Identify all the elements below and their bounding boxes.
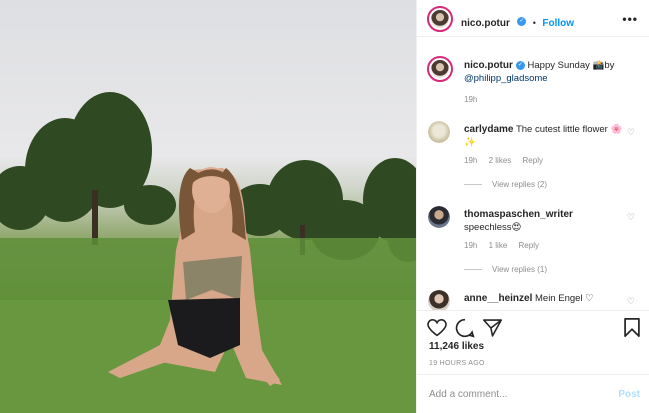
heart-icon[interactable]: ♡ xyxy=(627,296,635,307)
comment-time: 19h xyxy=(464,156,478,165)
bookmark-icon[interactable] xyxy=(624,318,640,337)
commenter-avatar[interactable] xyxy=(428,206,450,228)
caption-mention-link[interactable]: @philipp_gladsome xyxy=(464,73,548,84)
heart-icon[interactable] xyxy=(427,319,447,337)
post-comment-button[interactable]: Post xyxy=(618,389,640,400)
caption-avatar[interactable] xyxy=(427,56,453,82)
comment-username[interactable]: anne__heinzel xyxy=(464,293,532,304)
reply-button[interactable]: Reply xyxy=(519,241,539,250)
commenter-avatar[interactable] xyxy=(428,290,450,310)
comment-input[interactable]: Add a comment... xyxy=(429,389,507,400)
comment-text: speechless😍 xyxy=(464,222,522,233)
view-replies-button[interactable]: View replies (2) xyxy=(464,180,547,189)
comment-time: 19h xyxy=(464,241,478,250)
caption-username[interactable]: nico.potur xyxy=(464,60,513,71)
heart-icon[interactable]: ♡ xyxy=(627,127,635,138)
comment-icon[interactable] xyxy=(455,318,475,338)
add-comment-bar: Add a comment... Post xyxy=(417,374,649,413)
author-avatar[interactable] xyxy=(427,6,453,32)
view-replies-button[interactable]: View replies (1) xyxy=(464,265,547,274)
post-header: nico.potur ✓ • Follow ••• xyxy=(417,0,649,37)
caption-time: 19h xyxy=(464,95,478,104)
commenter-avatar[interactable] xyxy=(428,121,450,143)
comment-likes[interactable]: 1 like xyxy=(489,241,508,250)
verified-badge-icon: ✓ xyxy=(517,17,527,27)
comment-username[interactable]: thomaspaschen_writer xyxy=(464,209,573,220)
post-timestamp: 19 HOURS AGO xyxy=(429,360,485,367)
caption-text: Happy Sunday 📸by xyxy=(527,60,615,71)
comments-list[interactable]: nico.potur ✓ Happy Sunday 📸by @philipp_gl… xyxy=(417,38,649,310)
reply-button[interactable]: Reply xyxy=(523,156,543,165)
post-photo[interactable] xyxy=(0,0,416,413)
follow-button[interactable]: Follow xyxy=(542,18,574,29)
comment-username[interactable]: carlydame xyxy=(464,124,513,135)
post-actions: 11,246 likes 19 HOURS AGO xyxy=(417,310,649,373)
share-icon[interactable] xyxy=(483,319,502,337)
more-horizontal-icon[interactable]: ••• xyxy=(622,12,638,26)
heart-icon[interactable]: ♡ xyxy=(627,212,635,223)
separator-dot: • xyxy=(532,18,536,28)
comment-likes[interactable]: 2 likes xyxy=(489,156,512,165)
comment-text: Mein Engel ♡ xyxy=(535,293,594,304)
photo-scene xyxy=(0,92,416,413)
author-username[interactable]: nico.potur xyxy=(461,18,510,29)
like-count[interactable]: 11,246 likes xyxy=(429,341,484,352)
post-sidebar: nico.potur ✓ • Follow ••• nico.potur ✓ Ha… xyxy=(416,0,649,413)
verified-badge-icon: ✓ xyxy=(515,60,525,70)
